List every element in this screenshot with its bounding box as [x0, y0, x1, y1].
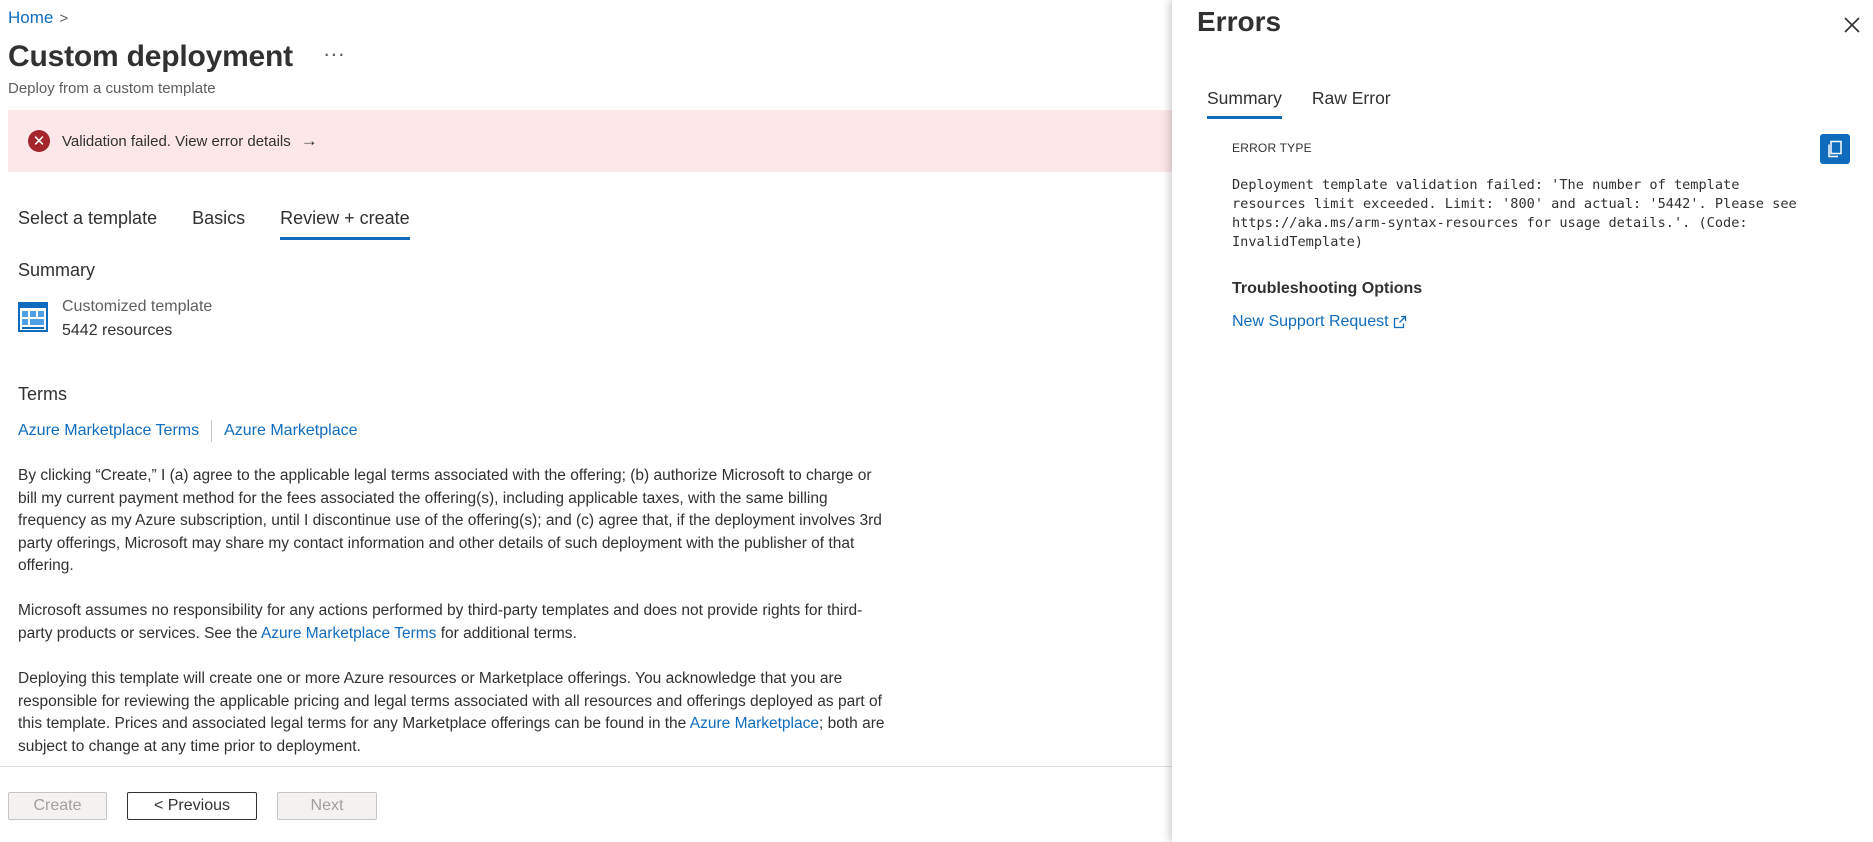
tab-basics[interactable]: Basics — [192, 208, 245, 240]
error-circle-icon: ✕ — [28, 130, 50, 152]
validation-error-banner[interactable]: ✕ Validation failed. View error details … — [8, 110, 1172, 172]
azure-marketplace-terms-link[interactable]: Azure Marketplace Terms — [18, 422, 199, 440]
errors-panel-title: Errors — [1197, 6, 1282, 37]
template-info: Customized template 5442 resources — [62, 298, 212, 340]
terms-paragraph-3: Deploying this template will create one … — [18, 668, 888, 758]
support-request-row: New Support Request — [1232, 313, 1407, 331]
troubleshooting-heading: Troubleshooting Options — [1232, 280, 1423, 297]
error-type-label: ERROR TYPE — [1232, 141, 1312, 155]
para2-text-end: for additional terms. — [436, 624, 577, 642]
errors-panel: Errors Summary Raw Error ERROR TYPE Depl… — [1172, 0, 1873, 842]
footer-divider — [0, 766, 1172, 767]
page-title: Custom deployment — [8, 40, 293, 73]
next-button[interactable]: Next — [277, 792, 377, 820]
chevron-right-icon: > — [59, 9, 69, 27]
tab-select-template[interactable]: Select a template — [18, 208, 157, 240]
new-support-request-link[interactable]: New Support Request — [1232, 313, 1389, 331]
wizard-tabs: Select a template Basics Review + create — [18, 208, 445, 240]
tab-raw-error[interactable]: Raw Error — [1312, 88, 1391, 119]
resource-count: 5442 resources — [62, 322, 173, 339]
arrow-right-icon: → — [300, 131, 318, 150]
page-subtitle: Deploy from a custom template — [8, 80, 216, 97]
title-row: Custom deployment ··· — [8, 40, 345, 74]
tab-summary[interactable]: Summary — [1207, 88, 1282, 119]
terms-paragraph-1: By clicking “Create,” I (a) agree to the… — [18, 467, 882, 574]
ellipsis-icon[interactable]: ··· — [323, 43, 345, 65]
create-button[interactable]: Create — [8, 792, 107, 820]
para3-marketplace-link[interactable]: Azure Marketplace — [690, 715, 819, 732]
para2-terms-link[interactable]: Azure Marketplace Terms — [261, 625, 436, 642]
errors-tabs: Summary Raw Error — [1207, 88, 1421, 119]
close-icon[interactable] — [1841, 14, 1863, 36]
main-blade: Home > Custom deployment ··· Deploy from… — [0, 0, 1172, 842]
previous-button[interactable]: < Previous — [127, 792, 257, 820]
tab-review-create[interactable]: Review + create — [280, 208, 410, 240]
breadcrumb-home[interactable]: Home — [8, 8, 53, 28]
copy-icon — [1828, 140, 1842, 158]
terms-heading: Terms — [18, 384, 67, 404]
template-grid-icon — [18, 302, 48, 332]
external-link-icon[interactable] — [1393, 315, 1407, 329]
terms-paragraph-2: Microsoft assumes no responsibility for … — [18, 600, 888, 645]
banner-message[interactable]: Validation failed. View error details — [62, 133, 291, 150]
azure-marketplace-link[interactable]: Azure Marketplace — [224, 422, 357, 440]
terms-links: Azure Marketplace Terms Azure Marketplac… — [18, 420, 358, 442]
breadcrumb: Home > — [8, 8, 68, 28]
template-name: Customized template — [62, 298, 213, 315]
summary-heading: Summary — [18, 260, 96, 280]
divider — [211, 420, 213, 442]
template-summary: Customized template 5442 resources — [18, 298, 212, 340]
error-message: Deployment template validation failed: '… — [1232, 177, 1797, 250]
copy-button[interactable] — [1820, 134, 1850, 164]
